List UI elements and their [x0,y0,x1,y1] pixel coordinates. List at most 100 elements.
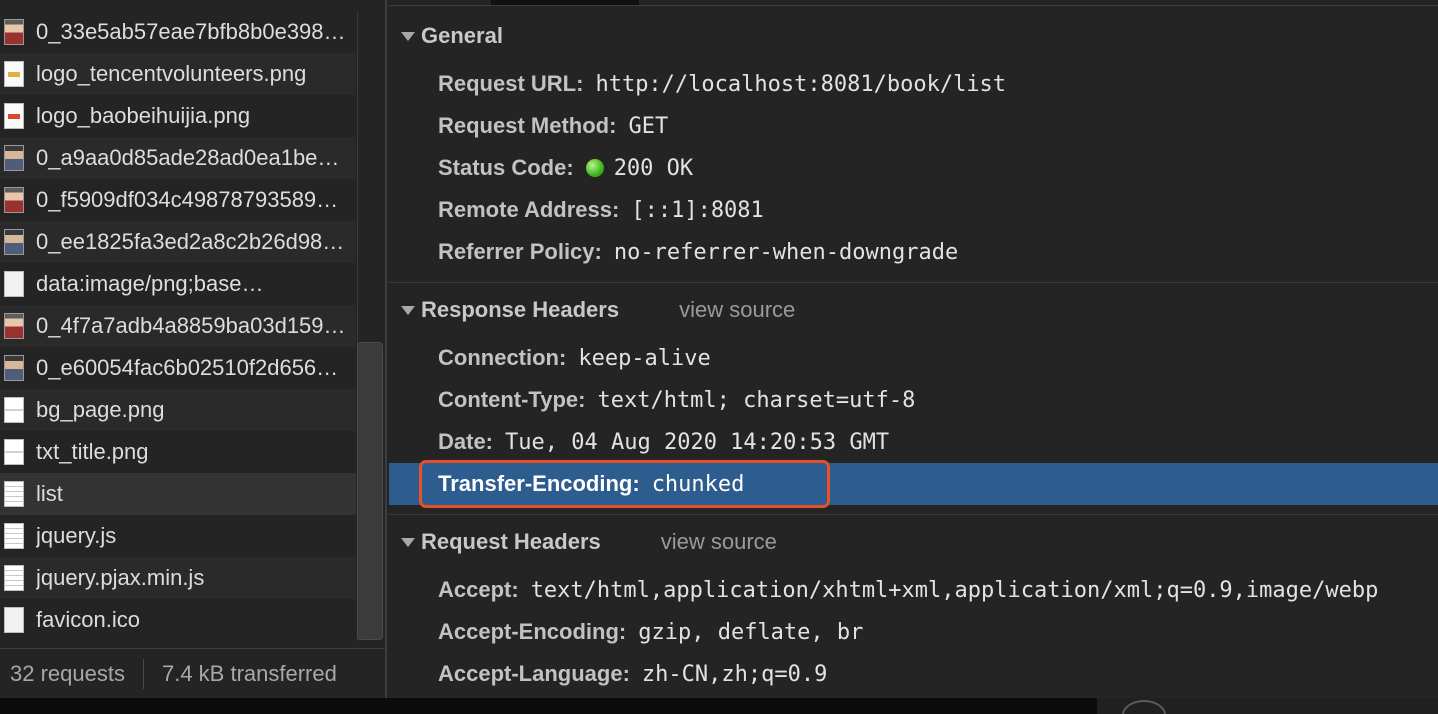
request-list-item[interactable]: 0_a9aa0d85ade28ad0ea1be… [0,137,356,179]
header-row[interactable]: Accept: text/html,application/xhtml+xml,a… [389,569,1438,611]
file-thumbnail-icon [4,481,24,507]
request-list-item[interactable]: logo_baobeihuijia.png [0,95,356,137]
request-name: 0_f5909df034c49878793589… [36,187,339,212]
request-list-item[interactable]: favicon.ico [0,599,356,641]
view-source-link[interactable]: view source [679,297,795,323]
request-list-item[interactable]: 0_4f7a7adb4a8859ba03d159… [0,305,356,347]
header-key: Content-Type: [438,387,586,412]
view-source-link[interactable]: view source [661,529,777,555]
request-list: 0_33e5ab57eae7bfb8b0e398… logo_tencentvol… [0,11,356,641]
general-section-toggle[interactable]: General [389,16,503,56]
header-key: Transfer-Encoding: [438,471,640,496]
header-value: chunked [651,471,745,497]
file-thumbnail-icon [4,271,24,297]
header-row[interactable]: Connection: keep-alive [389,337,1438,379]
header-value: gzip, deflate, br [638,619,864,645]
divider [389,5,1438,6]
request-list-item[interactable]: 0_ee1825fa3ed2a8c2b26d98… [0,221,356,263]
request-count: 32 requests [0,658,144,689]
request-list-item[interactable]: 0_f5909df034c49878793589… [0,179,356,221]
request-name: logo_tencentvolunteers.png [36,61,307,86]
triangle-down-icon [401,305,415,315]
bottom-strip [0,698,1438,714]
request-list-item[interactable]: bg_page.png [0,389,356,431]
header-key: Accept-Language: [438,661,630,686]
request-name: 0_33e5ab57eae7bfb8b0e398… [36,19,346,44]
divider [389,282,1438,283]
header-key: Referrer Policy: [438,239,602,264]
request-list-item[interactable]: jquery.js [0,515,356,557]
file-thumbnail-icon [4,19,24,45]
file-thumbnail-icon [4,103,24,129]
header-row[interactable]: Accept-Language: zh-CN,zh;q=0.9 [389,653,1438,695]
header-row[interactable]: Date: Tue, 04 Aug 2020 14:20:53 GMT [389,421,1438,463]
request-list-item[interactable]: 0_33e5ab57eae7bfb8b0e398… [0,11,356,53]
header-key: Request URL: [438,71,584,96]
file-thumbnail-icon [4,607,24,633]
request-name: jquery.js [36,523,117,548]
header-value: text/html; charset=utf-8 [597,387,916,413]
section-title: General [421,23,503,48]
file-thumbnail-icon [4,187,24,213]
header-row[interactable]: Status Code: 200 OK [389,147,1438,189]
request-name: list [36,481,63,506]
headers-panel: General Request URL: http://localhost:808… [389,0,1438,698]
request-list-item[interactable]: list [0,473,356,515]
header-key: Connection: [438,345,567,370]
file-thumbnail-icon [4,397,24,423]
request-name: favicon.ico [36,607,140,632]
request-name: 0_a9aa0d85ade28ad0ea1be… [36,145,340,170]
file-thumbnail-icon [4,355,24,381]
network-summary-bar: 32 requests 7.4 kB transferred [0,648,385,698]
header-row[interactable]: Request URL: http://localhost:8081/book/l… [389,63,1438,105]
header-row[interactable]: Accept-Encoding: gzip, deflate, br [389,611,1438,653]
file-thumbnail-icon [4,145,24,171]
header-value: Tue, 04 Aug 2020 14:20:53 GMT [505,429,890,455]
file-thumbnail-icon [4,313,24,339]
file-thumbnail-icon [4,565,24,591]
request-list-item[interactable]: txt_title.png [0,431,356,473]
section-title: Request Headers [421,529,601,554]
header-row[interactable]: Content-Type: text/html; charset=utf-8 [389,379,1438,421]
header-value: text/html,application/xhtml+xml,applicat… [530,577,1379,603]
status-ok-dot-icon [585,159,604,177]
header-key: Remote Address: [438,197,620,222]
transferred-size: 7.4 kB transferred [161,660,337,686]
request-name: 0_e60054fac6b02510f2d656… [36,355,339,380]
request-name: 0_4f7a7adb4a8859ba03d159… [36,313,346,338]
request-name: 0_ee1825fa3ed2a8c2b26d98… [36,229,345,254]
header-value: [::1]:8081 [631,197,764,223]
header-value: keep-alive [578,345,711,371]
header-row[interactable]: Remote Address: [::1]:8081 [389,189,1438,231]
header-key: Accept-Encoding: [438,619,627,644]
request-name: jquery.pjax.min.js [36,565,205,590]
request-list-item[interactable]: logo_tencentvolunteers.png [0,53,356,95]
request-name: logo_baobeihuijia.png [36,103,251,128]
header-value: no-referrer-when-downgrade [613,239,959,265]
header-key: Status Code: [438,155,574,180]
header-row[interactable]: Request Method: GET [389,105,1438,147]
header-key: Request Method: [438,113,617,138]
file-thumbnail-icon [4,523,24,549]
response-headers-section-toggle[interactable]: Response Headers view source [389,290,795,330]
header-row[interactable]: Referrer Policy: no-referrer-when-downgra… [389,231,1438,273]
triangle-down-icon [401,31,415,41]
section-title: Response Headers [421,297,620,322]
request-list-item[interactable]: data:image/png;base… [0,263,356,305]
header-value: zh-CN,zh;q=0.9 [641,661,828,687]
header-value: GET [628,113,669,139]
file-thumbnail-icon [4,229,24,255]
file-thumbnail-icon [4,61,24,87]
request-name: data:image/png;base… [36,271,264,296]
header-key: Accept: [438,577,519,602]
request-list-item[interactable]: 0_e60054fac6b02510f2d656… [0,347,356,389]
triangle-down-icon [401,537,415,547]
request-name: bg_page.png [36,397,165,422]
file-thumbnail-icon [4,439,24,465]
header-row[interactable]: Transfer-Encoding: chunked [389,463,1438,505]
scrollbar-thumb[interactable] [357,342,383,640]
request-headers-section-toggle[interactable]: Request Headers view source [389,522,777,562]
request-list-item[interactable]: jquery.pjax.min.js [0,557,356,599]
header-value: 200 OK [613,155,694,181]
divider [389,514,1438,515]
